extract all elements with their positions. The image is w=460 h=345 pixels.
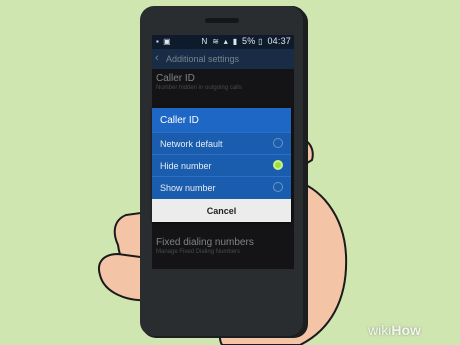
option-network-default[interactable]: Network default <box>152 132 291 155</box>
logo-prefix: wiki <box>368 322 392 338</box>
status-bar: ▪ ▣ N ≋ ▴ ▮ 5% ▯ 04:37 <box>152 35 294 49</box>
nfc-icon: N <box>201 37 208 46</box>
option-label: Network default <box>160 139 223 149</box>
dialog-title: Caller ID <box>160 115 199 126</box>
option-hide-number[interactable]: Hide number <box>152 154 291 177</box>
radio-selected-icon[interactable] <box>273 160 283 170</box>
data-icon: ▴ <box>223 37 229 46</box>
logo-suffix: How <box>391 322 421 338</box>
battery-icon: ▯ <box>258 37 263 46</box>
wikihow-logo: wikiHow <box>368 322 421 338</box>
dialog-title-bar: Caller ID <box>152 108 291 132</box>
phone-speaker <box>205 18 239 23</box>
image-icon: ▣ <box>163 37 171 46</box>
caller-id-dialog: Caller ID Network default Hide number Sh… <box>152 108 291 222</box>
option-label: Show number <box>160 183 216 193</box>
cancel-button[interactable]: Cancel <box>152 199 291 222</box>
battery-percent: 5% <box>242 36 256 46</box>
signal-icon: ▮ <box>232 37 238 46</box>
cancel-label: Cancel <box>206 206 237 216</box>
option-label: Hide number <box>160 161 212 171</box>
radio-unselected-icon[interactable] <box>273 138 283 148</box>
status-time: 04:37 <box>267 36 291 46</box>
option-show-number[interactable]: Show number <box>152 176 291 199</box>
sim-icon: ▪ <box>156 37 159 46</box>
radio-unselected-icon[interactable] <box>273 182 283 192</box>
wifi-icon: ≋ <box>212 37 220 46</box>
